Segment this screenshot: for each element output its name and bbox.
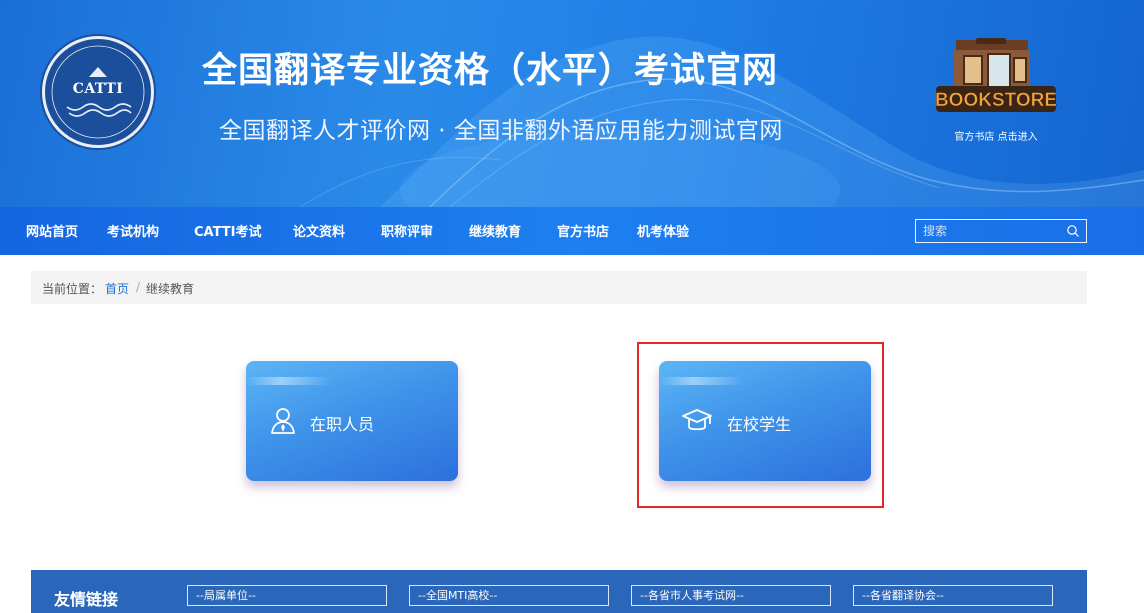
- nav-item-title-review[interactable]: 职称评审: [381, 221, 433, 240]
- breadcrumb-current: 继续教育: [146, 282, 195, 296]
- search-icon[interactable]: [1066, 224, 1080, 238]
- bookstore-caption: 官方书店 点击进入: [954, 132, 1038, 143]
- card-stripe: [246, 377, 332, 385]
- bookstore-icon: BOOKSTORE: [935, 38, 1057, 112]
- user-icon: [271, 408, 295, 434]
- card-label: 在职人员: [310, 415, 375, 434]
- breadcrumb-prefix: 当前位置：: [42, 282, 103, 296]
- site-subtitle: 全国翻译人才评价网 · 全国非翻外语应用能力测试官网: [219, 118, 783, 144]
- nav-item-computer-exam[interactable]: 机考体验: [637, 221, 689, 240]
- select-mti-universities[interactable]: --全国MTI高校--: [409, 585, 609, 606]
- search-box: [915, 219, 1087, 243]
- nav-item-continuing-education[interactable]: 继续教育: [469, 221, 521, 240]
- nav-item-home[interactable]: 网站首页: [26, 221, 78, 240]
- bookstore-link[interactable]: BOOKSTORE 官方书店 点击进入: [930, 36, 1062, 144]
- catti-logo[interactable]: CATTI: [42, 36, 154, 148]
- select-translation-associations[interactable]: --各省翻译协会--: [853, 585, 1053, 606]
- select-affiliated-units[interactable]: --局属单位--: [187, 585, 387, 606]
- select-provincial-exam-sites[interactable]: --各省市人事考试网--: [631, 585, 831, 606]
- svg-text:BOOKSTORE: BOOKSTORE: [935, 90, 1057, 111]
- nav-item-papers[interactable]: 论文资料: [293, 221, 345, 240]
- breadcrumb-separator: /: [136, 280, 141, 294]
- friendly-links-bar: 友情链接 --局属单位-- --全国MTI高校-- --各省市人事考试网-- -…: [31, 570, 1087, 613]
- breadcrumb: 当前位置： 首页 / 继续教育: [31, 271, 1087, 304]
- nav-item-catti-exam[interactable]: CATTI考试: [194, 221, 261, 240]
- breadcrumb-home-link[interactable]: 首页: [105, 280, 129, 297]
- nav-item-bookstore[interactable]: 官方书店: [557, 221, 609, 240]
- nav-item-organization[interactable]: 考试机构: [107, 221, 159, 240]
- highlight-frame: [637, 342, 884, 508]
- logo-text: CATTI: [72, 81, 124, 97]
- card-employed-staff[interactable]: 在职人员: [246, 361, 458, 481]
- main-nav: 网站首页 考试机构 CATTI考试 论文资料 职称评审 继续教育 官方书店 机考…: [0, 207, 1144, 255]
- search-input[interactable]: [916, 220, 1062, 242]
- friendly-links-title: 友情链接: [54, 590, 119, 609]
- site-banner: CATTI 全国翻译专业资格（水平）考试官网 全国翻译人才评价网 · 全国非翻外…: [0, 0, 1144, 207]
- site-title: 全国翻译专业资格（水平）考试官网: [202, 51, 779, 91]
